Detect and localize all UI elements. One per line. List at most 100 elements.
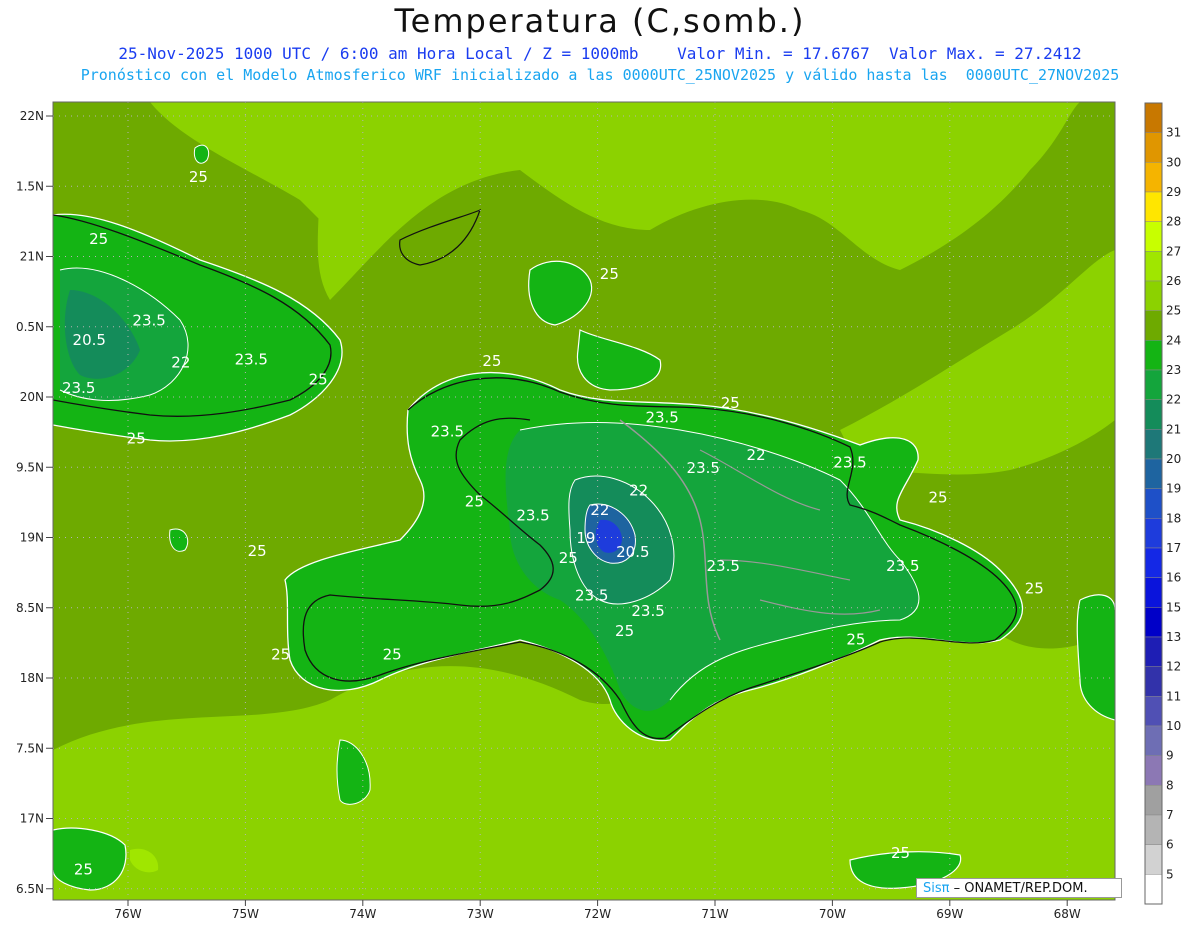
lon-tick-label: 68W	[1054, 907, 1081, 921]
lat-tick-label: 21N	[20, 250, 44, 264]
colorbar-label: 26	[1166, 274, 1181, 288]
lon-tick-label: 75W	[232, 907, 259, 921]
colorbar-label: 18	[1166, 511, 1181, 525]
lat-tick-label: 8.5N	[16, 601, 44, 615]
credit-brand: Sisπ	[923, 881, 950, 896]
lat-tick-label: 20N	[20, 390, 44, 404]
contour-label: 25	[465, 493, 484, 511]
contour-label: 22	[629, 481, 648, 499]
contour-label: 23.5	[645, 408, 678, 426]
contour-label: 25	[721, 394, 740, 412]
latitude-axis: 22N 1.5N 21N 0.5N 20N 9.5N 19N 8.5N 18N 7.5N 17N 6.…	[16, 109, 53, 896]
contour-label: 25	[846, 630, 865, 648]
colorbar-label: 23	[1166, 363, 1181, 377]
map-plot-area: 25 23.5 20.5 22 23.5 25 22 23.5 25 25 25 25 23.5 23.5…	[53, 102, 1115, 900]
contour-label: 25	[615, 622, 634, 640]
credit-text: – ONAMET/REP.DOM.	[949, 881, 1088, 896]
colorbar-swatch	[1144, 251, 1163, 282]
colorbar-swatch	[1144, 696, 1163, 727]
colorbar-swatch	[1144, 874, 1163, 905]
colorbar-swatch	[1144, 844, 1163, 875]
contour-label: 23.5	[833, 453, 866, 471]
colorbar-label: 17	[1166, 541, 1181, 555]
credit-box: Sisπ – ONAMET/REP.DOM.	[916, 878, 1122, 898]
contour-label: 25	[929, 488, 948, 506]
colorbar-swatch	[1144, 458, 1163, 489]
contour-label: 23.5	[575, 587, 608, 605]
lat-tick-label: 19N	[20, 531, 44, 545]
colorbar-swatch	[1144, 399, 1163, 430]
colorbar-label: 6	[1166, 838, 1174, 852]
colorbar-swatch	[1144, 191, 1163, 222]
colorbar-label: 28	[1166, 215, 1181, 229]
colorbar-label: 8	[1166, 778, 1174, 792]
colorbar-swatch	[1144, 310, 1163, 341]
contour-label: 25	[248, 542, 267, 560]
lat-tick-label: 1.5N	[16, 179, 44, 193]
lon-tick-label: 72W	[584, 907, 611, 921]
contour-label: 25	[127, 429, 146, 447]
colorbar-swatch	[1144, 162, 1163, 193]
contour-label: 25	[74, 861, 93, 879]
contour-25-islet	[193, 144, 210, 164]
colorbar-label: 31	[1166, 126, 1181, 140]
contour-label: 23.5	[235, 351, 268, 369]
lon-tick-label: 74W	[349, 907, 376, 921]
lon-tick-label: 76W	[114, 907, 141, 921]
lon-tick-label: 73W	[467, 907, 494, 921]
contour-label: 25	[271, 646, 290, 664]
colorbar-label: 27	[1166, 244, 1181, 258]
contour-label: 23.5	[886, 557, 919, 575]
contour-label: 23.5	[516, 507, 549, 525]
contour-label: 22	[171, 353, 190, 371]
colorbar-label: 12	[1166, 660, 1181, 674]
contour-label: 25	[309, 370, 328, 388]
contour-label: 25	[89, 230, 108, 248]
colorbar-swatch	[1144, 725, 1163, 756]
colorbar-swatch	[1144, 518, 1163, 549]
colorbar-label: 19	[1166, 482, 1181, 496]
lat-tick-label: 6.5N	[16, 882, 44, 896]
lat-tick-label: 22N	[20, 109, 44, 123]
contour-label: 23.5	[62, 379, 95, 397]
colorbar-label: 9	[1166, 749, 1174, 763]
lat-tick-label: 9.5N	[16, 460, 44, 474]
colorbar-swatch	[1144, 636, 1163, 667]
lat-tick-label: 17N	[20, 812, 44, 826]
colorbar-label: 11	[1166, 689, 1181, 703]
colorbar: 31 30 29 28 27 26 25 24 23 22 21 20 19 18 17 16 15 13 12 11…	[1144, 102, 1181, 905]
colorbar-label: 10	[1166, 719, 1181, 733]
contour-label: 25	[891, 844, 910, 862]
contour-label: 25	[1025, 580, 1044, 598]
temperature-map: 25 23.5 20.5 22 23.5 25 22 23.5 25 25 25 25 23.5 23.5…	[16, 101, 1181, 921]
colorbar-label: 7	[1166, 808, 1174, 822]
colorbar-swatch	[1144, 607, 1163, 638]
colorbar-label: 29	[1166, 185, 1181, 199]
colorbar-label: 30	[1166, 155, 1181, 169]
lon-tick-label: 70W	[819, 907, 846, 921]
contour-label: 20.5	[73, 331, 106, 349]
colorbar-swatch	[1144, 429, 1163, 460]
colorbar-label: 24	[1166, 333, 1181, 347]
lon-tick-label: 69W	[936, 907, 963, 921]
contour-label: 25	[600, 265, 619, 283]
colorbar-label: 5	[1166, 867, 1174, 881]
longitude-axis: 76W 75W 74W 73W 72W 71W 70W 69W 68W	[114, 900, 1081, 921]
colorbar-swatch	[1144, 577, 1163, 608]
contour-label: 25	[559, 549, 578, 567]
lon-tick-label: 71W	[701, 907, 728, 921]
contour-label: 22	[590, 501, 609, 519]
colorbar-swatch	[1144, 280, 1163, 311]
colorbar-label: 21	[1166, 422, 1181, 436]
contour-label: 20.5	[616, 543, 649, 561]
lat-tick-label: 0.5N	[16, 320, 44, 334]
contour-label: 25	[383, 646, 402, 664]
colorbar-swatch	[1144, 666, 1163, 697]
contour-label: 23.5	[431, 422, 464, 440]
colorbar-swatch	[1144, 814, 1163, 845]
colorbar-swatch	[1144, 340, 1163, 371]
contour-label: 22	[747, 446, 766, 464]
colorbar-swatch	[1144, 102, 1163, 133]
colorbar-swatch	[1144, 221, 1163, 252]
contour-label: 25	[482, 352, 501, 370]
